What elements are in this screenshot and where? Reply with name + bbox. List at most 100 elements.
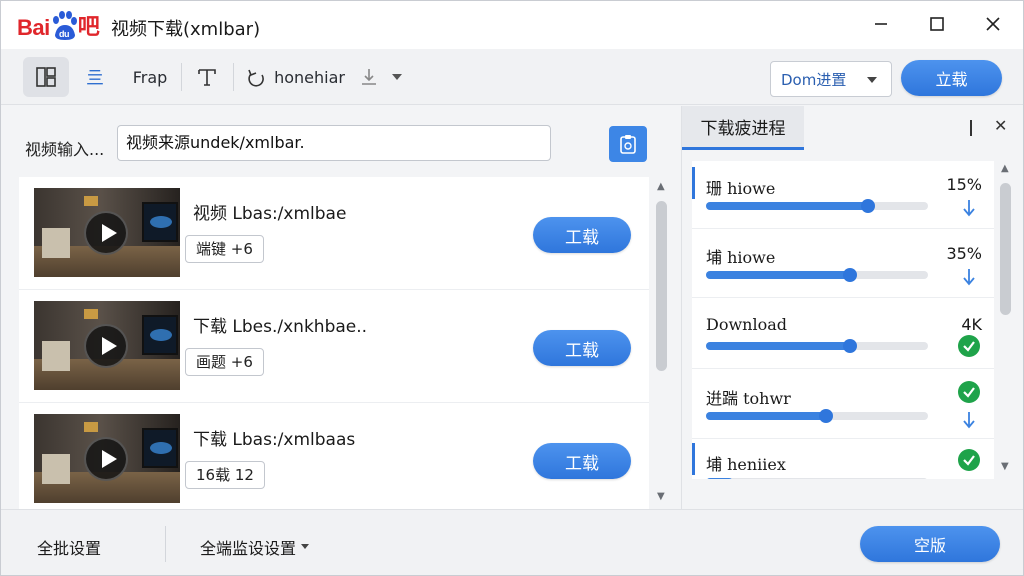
progress-fill — [706, 342, 851, 350]
progress-knob[interactable] — [843, 268, 858, 282]
maximize-button[interactable] — [917, 9, 957, 39]
video-item: 视频 Lbas:/xmlbae 端键 +6 工载 — [19, 177, 649, 290]
video-thumbnail[interactable] — [34, 188, 180, 277]
progress-track — [706, 478, 928, 479]
minimize-button[interactable] — [861, 9, 901, 39]
progress-track — [706, 409, 928, 423]
progress-fill — [706, 202, 869, 210]
url-label: 视频输入... — [25, 140, 105, 159]
layout-button[interactable] — [23, 57, 69, 97]
rotate-tool-label: honehiar — [274, 67, 345, 87]
paste-button[interactable] — [609, 126, 647, 162]
video-tag: 端键 +6 — [185, 235, 264, 263]
check-circle-icon — [958, 381, 980, 403]
download-percent: 15% — [946, 175, 982, 194]
clipboard-icon — [620, 135, 636, 154]
video-item: 下载 Lbas:/xmlbaas 16载 12 工载 — [19, 403, 649, 509]
footer-bar: 全批设置 全端监设设置 空版 — [1, 509, 1023, 575]
scroll-up-icon[interactable]: ▲ — [1001, 163, 1009, 174]
video-list: 视频 Lbas:/xmlbae 端键 +6 工载 下载 Lbes./xnkhba… — [19, 177, 649, 509]
start-button[interactable]: 空版 — [860, 526, 1000, 562]
scrollbar-thumb[interactable] — [1000, 183, 1011, 315]
download-percent: 35% — [946, 244, 982, 263]
paw-icon: du — [51, 11, 77, 41]
video-title: 视频 Lbas:/xmlbae — [193, 204, 347, 224]
download-progress-pane: 下载疲进程 ✕ 珊 hiowe 15% 埔 hiowe 35% Download… — [681, 106, 1023, 509]
progress-track — [706, 339, 928, 353]
video-item: 下载 Lbes./xnkhbae.. 画题 +6 工载 — [19, 290, 649, 403]
chevron-down-icon — [867, 77, 877, 83]
tab-download-progress[interactable]: 下载疲进程 — [682, 106, 804, 150]
maximize-icon — [930, 17, 944, 31]
terminal-settings-label: 全端监设设置 — [200, 539, 297, 558]
video-download-button[interactable]: 工载 — [533, 443, 631, 479]
grid-layout-icon — [36, 67, 56, 87]
global-settings-link[interactable]: 全批设置 — [37, 535, 101, 559]
arrow-down-icon — [958, 197, 980, 219]
text-format-icon — [198, 69, 216, 86]
play-icon[interactable] — [84, 211, 128, 255]
download-list-scrollbar[interactable]: ▲ ▼ — [996, 161, 1016, 479]
progress-fill — [706, 271, 851, 279]
play-icon[interactable] — [84, 437, 128, 481]
dom-select-value: Dom进置 — [781, 70, 847, 89]
terminal-settings-dropdown[interactable]: 全端监设设置 — [200, 535, 310, 559]
app-window: Bai du 吧 视频下载(xmlbar) 亖 Frap honehiar Do… — [0, 0, 1024, 576]
video-title: 下载 Lbes./xnkhbae.. — [193, 317, 368, 337]
scroll-down-icon[interactable]: ▼ — [1001, 461, 1009, 472]
download-name: 埔 heniiex — [706, 455, 786, 474]
logo-text-right: 吧 — [77, 14, 100, 39]
toolbar-divider — [181, 63, 182, 91]
rotate-icon — [248, 69, 264, 87]
progress-knob[interactable] — [843, 339, 858, 353]
close-icon — [986, 17, 1000, 31]
download-name: 逬踹 tohwr — [706, 389, 791, 408]
rotate-tool-button[interactable]: honehiar — [241, 57, 345, 97]
scroll-up-icon[interactable]: ▲ — [657, 181, 665, 192]
video-download-button[interactable]: 工载 — [533, 330, 631, 366]
window-title: 视频下载(xmlbar) — [111, 19, 261, 40]
progress-track — [706, 199, 928, 213]
text-tool-button[interactable] — [191, 57, 223, 97]
progress-fill — [706, 478, 733, 479]
download-item: 埔 heniiex — [692, 437, 994, 479]
minimize-icon — [875, 23, 887, 25]
arrow-down-icon — [958, 409, 980, 431]
download-percent: 4K — [961, 315, 982, 334]
download-button[interactable]: 立载 — [901, 60, 1002, 96]
video-download-button[interactable]: 工载 — [533, 217, 631, 253]
download-options-dropdown[interactable] — [353, 57, 409, 97]
chevron-down-icon — [301, 544, 310, 549]
dom-setting-select[interactable]: Dom进置 — [770, 61, 892, 97]
arrow-down-icon — [958, 266, 980, 288]
video-list-scrollbar[interactable]: ▲ ▼ — [652, 177, 672, 509]
baidu-logo: Bai du 吧 — [17, 9, 100, 41]
scrollbar-thumb[interactable] — [656, 201, 667, 371]
video-thumbnail[interactable] — [34, 301, 180, 390]
toolbar-button-2[interactable]: 亖 — [77, 57, 113, 97]
close-button[interactable] — [973, 9, 1013, 39]
download-item: 逬踹 tohwr — [692, 371, 994, 439]
url-input[interactable]: 视频来源undek/xmlbar. — [117, 125, 551, 161]
check-circle-icon — [958, 449, 980, 471]
video-tag: 画题 +6 — [185, 348, 264, 376]
download-name: 埔 hiowe — [706, 248, 776, 267]
video-source-pane: 视频输入... 视频来源undek/xmlbar. 视频 Lbas:/xmlba… — [1, 106, 678, 509]
pane-divider-icon — [970, 120, 972, 136]
close-pane-icon[interactable]: ✕ — [994, 116, 1007, 135]
video-tag: 16载 12 — [185, 461, 265, 489]
chevron-down-icon — [392, 74, 402, 80]
scroll-down-icon[interactable]: ▼ — [657, 491, 665, 502]
footer-divider — [165, 526, 166, 562]
progress-knob[interactable] — [861, 199, 876, 213]
download-icon — [362, 69, 376, 85]
download-list: 珊 hiowe 15% 埔 hiowe 35% Download 4K 逬踹 t… — [692, 161, 994, 479]
video-title: 下载 Lbas:/xmlbaas — [193, 430, 356, 450]
download-item: Download 4K — [692, 301, 994, 369]
progress-knob[interactable] — [818, 409, 833, 423]
video-thumbnail[interactable] — [34, 414, 180, 503]
download-name: 珊 hiowe — [706, 179, 776, 198]
play-icon[interactable] — [84, 324, 128, 368]
toolbar-button-frap[interactable]: Frap — [125, 57, 175, 97]
check-circle-icon — [958, 335, 980, 357]
